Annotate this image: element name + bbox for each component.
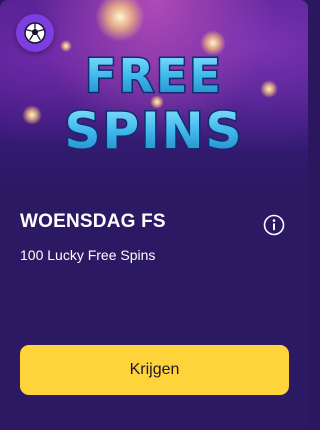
promo-banner: FREE SPINS xyxy=(0,0,308,185)
promo-title: WOENSDAG FS xyxy=(20,211,166,232)
sport-badge xyxy=(16,14,54,52)
promo-info: WOENSDAG FS 100 Lucky Free Spins Krijgen xyxy=(0,185,308,430)
banner-text-free: FREE xyxy=(85,49,223,103)
sparkle xyxy=(95,0,145,42)
free-spins-artwork: FREE SPINS xyxy=(63,48,243,161)
info-icon[interactable] xyxy=(263,214,285,236)
promo-card: FREE SPINS WOENSDAG FS 100 Lucky Free Sp… xyxy=(0,0,308,430)
promo-description: 100 Lucky Free Spins xyxy=(20,247,156,263)
banner-text-spins: SPINS xyxy=(64,102,243,160)
claim-button[interactable]: Krijgen xyxy=(20,345,289,395)
soccer-ball-icon xyxy=(24,22,46,44)
